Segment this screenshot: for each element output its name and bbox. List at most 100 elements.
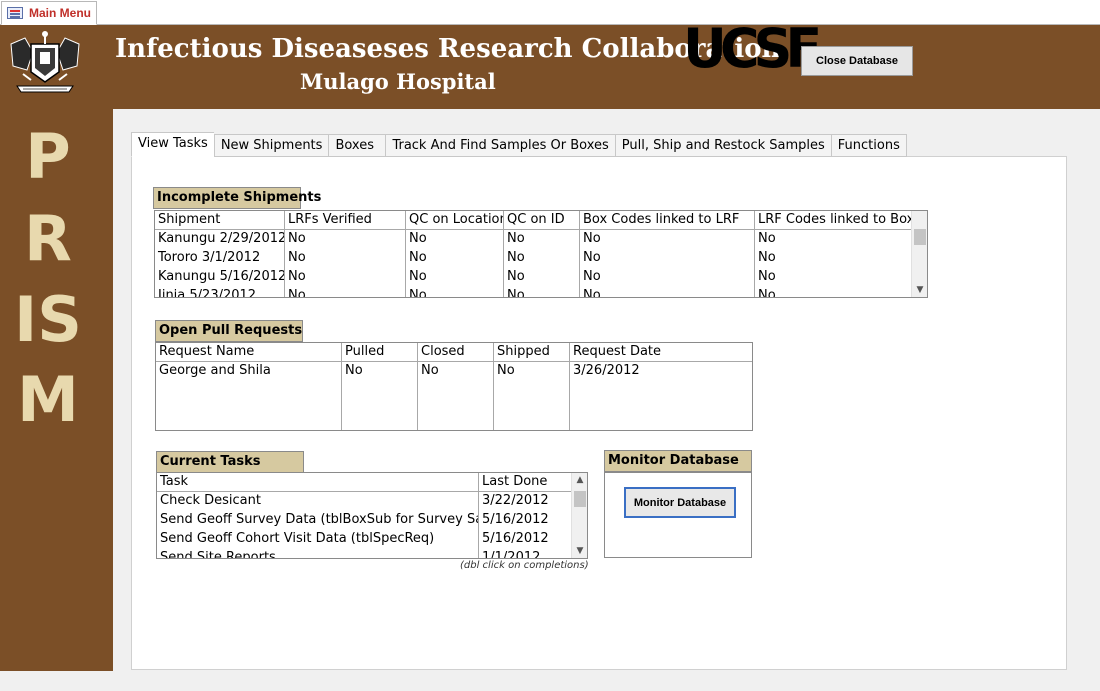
incomplete-shipments-caption: Incomplete Shipments	[153, 187, 321, 209]
prism-letter-is: IS	[14, 283, 82, 356]
table-row[interactable]: George and Shila No No No 3/26/2012	[156, 362, 752, 381]
table-cell: No	[285, 249, 406, 268]
table-cell: No	[580, 230, 755, 249]
table-cell: No	[285, 287, 406, 297]
incomplete-shipments-list[interactable]: Shipment LRFs Verified QC on Location QC…	[154, 210, 928, 298]
column-header: Box Codes linked to LRF	[580, 211, 755, 229]
table-cell: Send Geoff Cohort Visit Data (tblSpecReq…	[160, 531, 435, 546]
table-cell: No	[755, 249, 913, 268]
column-divider	[417, 362, 418, 430]
table-row[interactable]: Jinja 5/23/2012 No No No No No	[155, 287, 927, 297]
monitor-database-caption: Monitor Database	[604, 450, 752, 472]
ucsf-logo: UCSF	[683, 17, 822, 80]
table-row[interactable]: Tororo 3/1/2012 No No No No No	[155, 249, 927, 268]
table-cell: No	[580, 249, 755, 268]
table-cell: 1/1/2012	[482, 550, 541, 559]
table-cell: No	[345, 363, 363, 378]
table-cell: 3/22/2012	[482, 493, 549, 508]
tab-new-shipments[interactable]: New Shipments	[213, 134, 329, 157]
table-cell: Kanungu 2/29/2012	[155, 230, 285, 249]
table-row[interactable]: Kanungu 5/16/2012 No No No No No	[155, 268, 927, 287]
table-cell: No	[497, 363, 515, 378]
completions-hint: (dbl click on completions)	[460, 560, 589, 571]
current-tasks-caption: Current Tasks	[156, 451, 304, 473]
table-cell: No	[755, 268, 913, 287]
prism-letter-r: R	[24, 202, 72, 275]
scroll-up-arrow-icon[interactable]: ▲	[572, 475, 587, 485]
table-cell: No	[406, 230, 504, 249]
table-cell: No	[755, 287, 913, 297]
app-title: Infectious Diseaseses Research Collabora…	[115, 34, 781, 64]
scrollbar-thumb[interactable]	[914, 229, 926, 245]
scroll-down-arrow-icon[interactable]: ▼	[572, 546, 587, 556]
table-cell: No	[406, 249, 504, 268]
column-divider	[569, 362, 570, 430]
column-header: Shipped	[494, 343, 570, 361]
table-cell: George and Shila	[159, 363, 271, 378]
column-header: Request Date	[573, 344, 662, 359]
tab-strip: View Tasks New Shipments Boxes Track And…	[131, 132, 907, 157]
scroll-down-arrow-icon[interactable]: ▼	[912, 285, 927, 295]
main-menu-tab-label: Main Menu	[29, 6, 91, 20]
table-cell: Send Site Reports	[160, 550, 276, 559]
table-cell: Check Desicant	[160, 493, 261, 508]
table-cell: No	[285, 230, 406, 249]
table-cell: No	[755, 230, 913, 249]
table-cell: No	[421, 363, 439, 378]
column-divider	[493, 362, 494, 430]
column-header: Last Done	[482, 474, 548, 489]
close-database-button[interactable]: Close Database	[801, 46, 913, 76]
table-cell: 3/26/2012	[573, 363, 640, 378]
column-header: QC on Location	[406, 211, 504, 229]
table-row[interactable]: Send Geoff Cohort Visit Data (tblSpecReq…	[157, 530, 587, 549]
column-header: LRF Codes linked to Box	[755, 211, 913, 229]
current-tasks-header: Task Last Done	[157, 473, 587, 492]
table-row[interactable]: Kanungu 2/29/2012 No No No No No	[155, 230, 927, 249]
table-cell: No	[580, 268, 755, 287]
open-pull-requests-header: Request Name Pulled Closed Shipped Reque…	[156, 343, 752, 362]
table-cell: No	[504, 287, 580, 297]
column-header: Shipment	[155, 211, 285, 229]
table-cell: No	[504, 230, 580, 249]
table-cell: Kanungu 5/16/2012	[155, 268, 285, 287]
incomplete-shipments-header: Shipment LRFs Verified QC on Location QC…	[155, 211, 927, 230]
prism-letter-p: P	[25, 120, 71, 193]
tab-functions[interactable]: Functions	[830, 134, 907, 157]
column-header: QC on ID	[504, 211, 580, 229]
open-pull-requests-list[interactable]: Request Name Pulled Closed Shipped Reque…	[155, 342, 753, 431]
scrollbar-thumb[interactable]	[574, 491, 586, 507]
table-cell: No	[504, 249, 580, 268]
form-icon	[7, 7, 23, 19]
table-row[interactable]: Check Desicant 3/22/2012	[157, 492, 587, 511]
table-cell: Send Geoff Survey Data (tblBoxSub for Su…	[160, 512, 479, 527]
column-header: Pulled	[342, 343, 418, 361]
column-header: Request Name	[156, 343, 342, 361]
table-row[interactable]: Send Site Reports 1/1/2012	[157, 549, 587, 559]
monitor-database-button[interactable]: Monitor Database	[624, 487, 736, 518]
tab-boxes[interactable]: Boxes	[328, 134, 386, 157]
table-cell: Jinja 5/23/2012	[155, 287, 285, 297]
tab-pull-ship-restock[interactable]: Pull, Ship and Restock Samples	[614, 134, 831, 157]
table-cell: No	[406, 287, 504, 297]
incomplete-shipments-scrollbar[interactable]: ▼	[911, 211, 927, 297]
table-cell: No	[580, 287, 755, 297]
table-cell: Tororo 3/1/2012	[155, 249, 285, 268]
column-divider	[478, 492, 479, 558]
column-divider	[341, 362, 342, 430]
table-cell: 5/16/2012	[482, 512, 549, 527]
column-header: Task	[157, 473, 479, 491]
tab-track-and-find[interactable]: Track And Find Samples Or Boxes	[385, 134, 615, 157]
current-tasks-scrollbar[interactable]: ▲ ▼	[571, 473, 587, 558]
tab-view-tasks[interactable]: View Tasks	[131, 132, 214, 157]
column-header: Closed	[418, 343, 494, 361]
prism-letter-m: M	[17, 363, 79, 436]
open-pull-requests-caption: Open Pull Requests	[155, 320, 303, 342]
table-cell: 5/16/2012	[482, 531, 549, 546]
current-tasks-list[interactable]: Task Last Done Check Desicant 3/22/2012 …	[156, 472, 588, 559]
main-menu-tab[interactable]: Main Menu	[1, 1, 97, 25]
table-cell: No	[406, 268, 504, 287]
table-cell: No	[285, 268, 406, 287]
table-cell: No	[504, 268, 580, 287]
column-header: LRFs Verified	[285, 211, 406, 229]
table-row[interactable]: Send Geoff Survey Data (tblBoxSub for Su…	[157, 511, 587, 530]
